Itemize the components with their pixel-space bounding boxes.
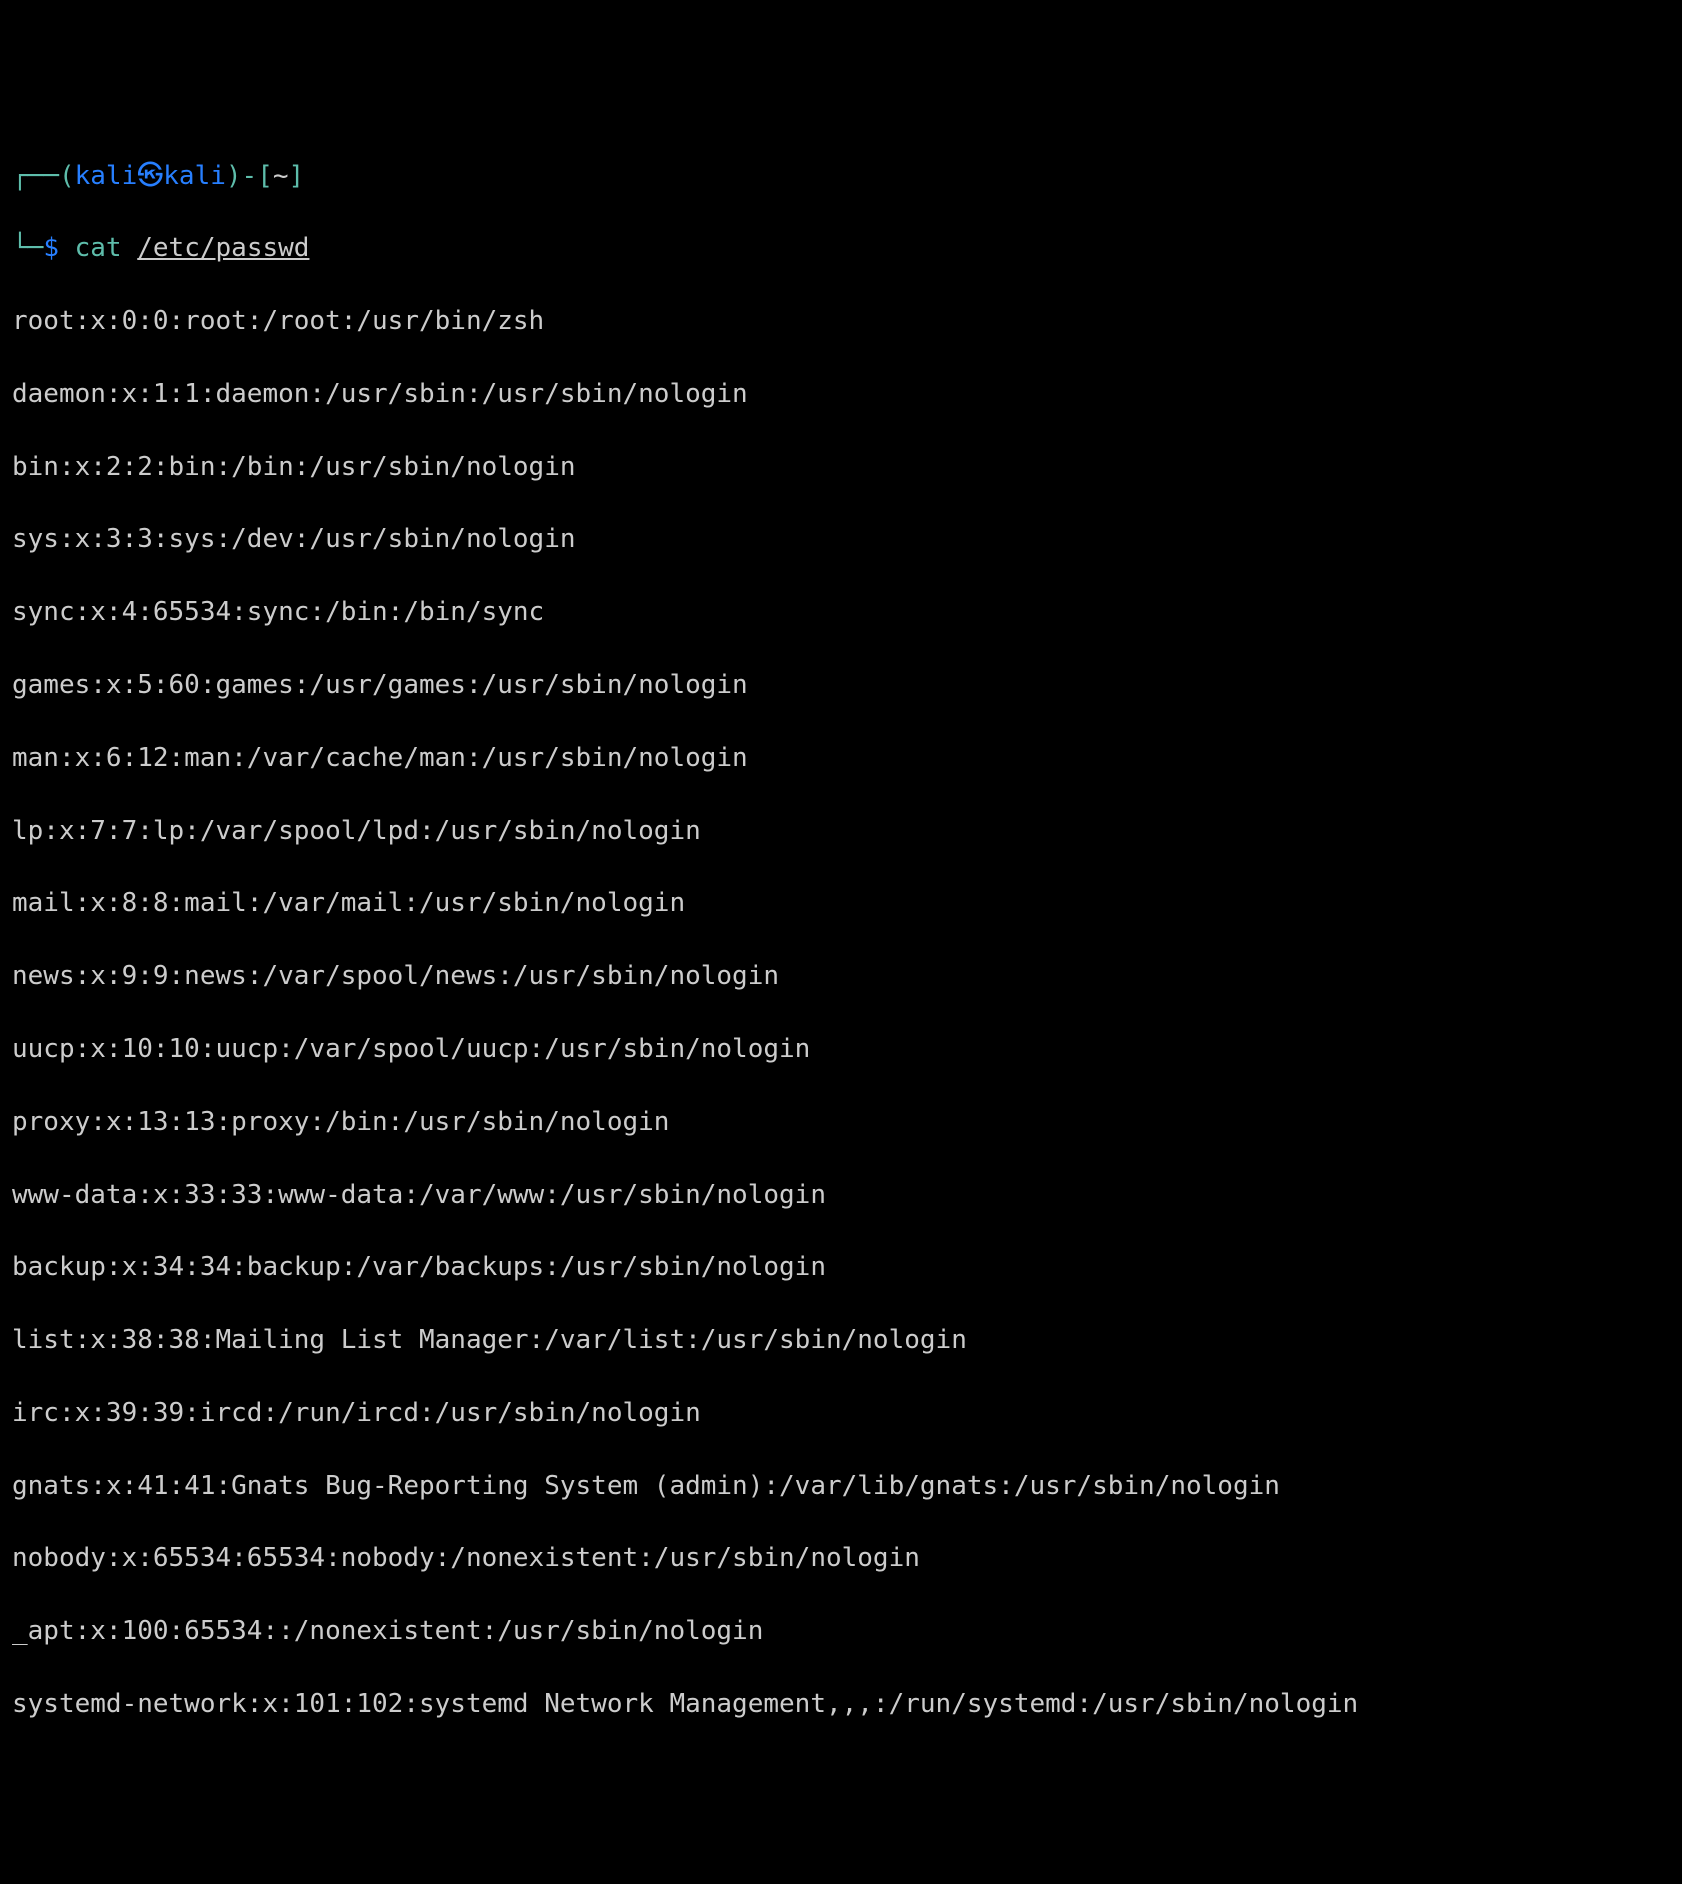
prompt-decorator: └─ xyxy=(12,233,43,263)
prompt-decorator: ┌──( xyxy=(12,161,75,191)
output-line: man:x:6:12:man:/var/cache/man:/usr/sbin/… xyxy=(12,740,1670,776)
output-line: www-data:x:33:33:www-data:/var/www:/usr/… xyxy=(12,1177,1670,1213)
output-line: irc:x:39:39:ircd:/run/ircd:/usr/sbin/nol… xyxy=(12,1395,1670,1431)
prompt-dollar: $ xyxy=(43,233,59,263)
prompt-decorator: )-[ xyxy=(226,161,273,191)
output-line: sys:x:3:3:sys:/dev:/usr/sbin/nologin xyxy=(12,521,1670,557)
output-line: proxy:x:13:13:proxy:/bin:/usr/sbin/nolog… xyxy=(12,1104,1670,1140)
output-line: gnats:x:41:41:Gnats Bug-Reporting System… xyxy=(12,1468,1670,1504)
skull-icon: ㉿ xyxy=(137,161,163,191)
prompt-decorator: ] xyxy=(289,161,305,191)
output-line: news:x:9:9:news:/var/spool/news:/usr/sbi… xyxy=(12,958,1670,994)
command-name: cat xyxy=(75,233,122,263)
output-line: daemon:x:1:1:daemon:/usr/sbin:/usr/sbin/… xyxy=(12,376,1670,412)
output-line: mail:x:8:8:mail:/var/mail:/usr/sbin/nolo… xyxy=(12,885,1670,921)
output-line: list:x:38:38:Mailing List Manager:/var/l… xyxy=(12,1322,1670,1358)
output-line: systemd-network:x:101:102:systemd Networ… xyxy=(12,1686,1670,1722)
output-line: _apt:x:100:65534::/nonexistent:/usr/sbin… xyxy=(12,1613,1670,1649)
output-line: backup:x:34:34:backup:/var/backups:/usr/… xyxy=(12,1249,1670,1285)
output-line: bin:x:2:2:bin:/bin:/usr/sbin/nologin xyxy=(12,449,1670,485)
output-line: sync:x:4:65534:sync:/bin:/bin/sync xyxy=(12,594,1670,630)
prompt-cwd: ~ xyxy=(273,161,289,191)
prompt-line-1: ┌──(kali㉿kali)-[~] xyxy=(12,158,1670,194)
output-line: lp:x:7:7:lp:/var/spool/lpd:/usr/sbin/nol… xyxy=(12,813,1670,849)
output-line: uucp:x:10:10:uucp:/var/spool/uucp:/usr/s… xyxy=(12,1031,1670,1067)
output-line: games:x:5:60:games:/usr/games:/usr/sbin/… xyxy=(12,667,1670,703)
prompt-user: kali xyxy=(75,161,138,191)
command-arg: /etc/passwd xyxy=(137,233,309,263)
output-line: nobody:x:65534:65534:nobody:/nonexistent… xyxy=(12,1540,1670,1576)
output-line: root:x:0:0:root:/root:/usr/bin/zsh xyxy=(12,303,1670,339)
prompt-host: kali xyxy=(163,161,226,191)
prompt-line-2[interactable]: └─$ cat /etc/passwd xyxy=(12,230,1670,266)
